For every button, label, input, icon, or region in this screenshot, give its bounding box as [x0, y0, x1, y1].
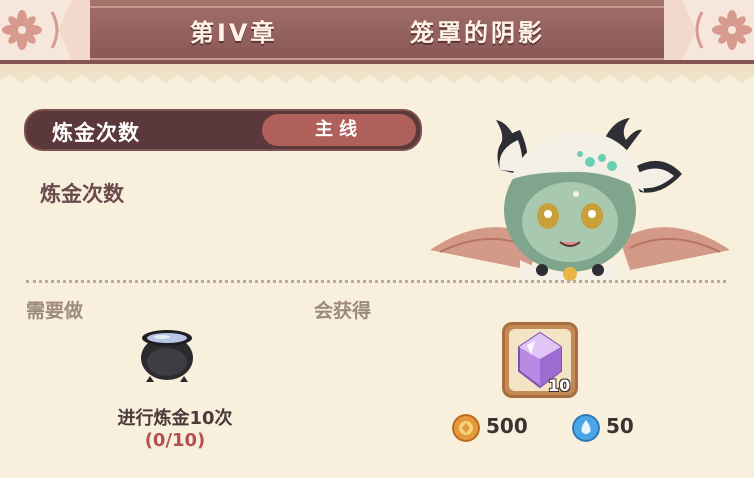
blue-reward-amount: 50 — [606, 414, 634, 438]
floral-corner-right-icon — [664, 0, 754, 60]
dragon-mascot-icon — [430, 118, 730, 282]
blue-drop-icon — [572, 414, 600, 442]
task-progress: (0/10) — [144, 430, 206, 451]
chapter-header: 第IV章 笼罩的阴影 — [0, 0, 754, 69]
quest-title-pill: 炼金次数 主线 — [24, 109, 422, 151]
gold-reward-amount: 500 — [486, 414, 528, 438]
task-description: 进行炼金10次 — [117, 408, 233, 429]
quest-description: 炼金次数 — [40, 182, 124, 206]
quest-name: 炼金次数 — [52, 121, 140, 145]
reward-item-count: 10 — [548, 376, 571, 395]
gold-coin-icon — [452, 414, 480, 442]
header-band — [72, 6, 682, 60]
requirements-heading: 需要做 — [26, 300, 84, 322]
zigzag-border — [0, 69, 754, 83]
chapter-title: 笼罩的阴影 — [410, 19, 545, 47]
rewards-heading: 会获得 — [314, 300, 372, 322]
quest-type-badge: 主线 — [262, 114, 416, 146]
section-divider — [26, 280, 726, 283]
floral-corner-left-icon — [0, 0, 90, 60]
chapter-number: 第IV章 — [190, 19, 278, 47]
cauldron-icon — [141, 330, 193, 382]
